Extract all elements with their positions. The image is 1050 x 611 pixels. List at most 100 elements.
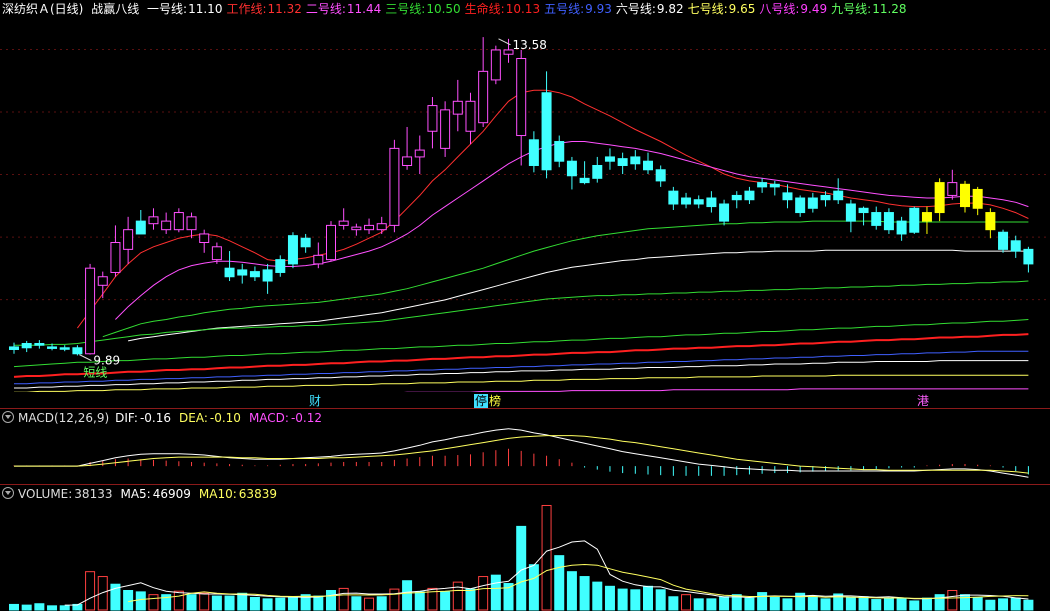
event-marker-hk[interactable]: 港 <box>917 394 929 408</box>
candle-body <box>554 141 565 162</box>
dea-label: DEA: <box>179 411 208 425</box>
volume-bar <box>21 604 32 611</box>
candle-body <box>1010 240 1021 252</box>
ma10-label: MA10: <box>198 487 237 501</box>
volume-bar <box>123 589 134 611</box>
candle-body <box>858 207 869 214</box>
volume-bar <box>478 576 489 611</box>
legend-label: 一号线: <box>147 2 188 16</box>
volume-bar <box>820 598 831 611</box>
legend-value: 11.28 <box>872 2 907 16</box>
ma-line-short-ma <box>76 89 1029 329</box>
candle-body <box>947 182 958 196</box>
candle-body <box>85 267 96 355</box>
volume-bar <box>440 591 451 611</box>
candle-body <box>617 158 628 166</box>
indicator-name[interactable]: 战赢八线 <box>91 2 139 16</box>
volume-bar <box>34 603 45 611</box>
candle-body <box>287 235 298 265</box>
candle-body <box>135 220 146 235</box>
volume-bar <box>1023 599 1034 611</box>
volume-bar <box>199 592 210 611</box>
candle-body <box>782 192 793 201</box>
volume-name[interactable]: VOLUME: <box>18 487 72 501</box>
volume-bar <box>871 599 882 611</box>
macd-name[interactable]: MACD(12,26,9) <box>18 411 109 425</box>
volume-bar <box>237 592 248 611</box>
candle-body <box>313 254 324 265</box>
candle-body <box>275 259 286 273</box>
candle-body <box>681 197 692 205</box>
candle-body <box>351 226 362 231</box>
candle-body <box>896 220 907 235</box>
candle-body <box>249 271 260 278</box>
volume-bar <box>351 596 362 611</box>
ma-line-green-line <box>102 220 1029 338</box>
volume-bar <box>97 576 108 611</box>
candle-body <box>237 269 248 276</box>
legend-label: 六号线: <box>615 2 656 16</box>
candle-body <box>921 212 932 222</box>
volume-bar <box>655 589 666 611</box>
legend-label: 二号线: <box>305 2 346 16</box>
stock-name[interactable]: 深纺织Ａ(日线) <box>2 2 83 16</box>
candle-body <box>402 156 413 166</box>
volume-bar <box>9 603 19 611</box>
candle-body <box>833 190 844 201</box>
candle-body <box>47 346 58 349</box>
volume-bar <box>643 585 653 611</box>
dif-label: DIF: <box>115 411 138 425</box>
pane-divider <box>0 484 1050 485</box>
volume-chart[interactable] <box>0 500 1050 611</box>
main-pane-header: 深纺织Ａ(日线) 战赢八线 一号线:11.10 工作线:11.32 二号线:11.4… <box>2 1 915 17</box>
volume-bar <box>85 571 96 611</box>
volume-bar <box>490 574 501 611</box>
candle-body <box>985 212 996 231</box>
volume-bar <box>769 596 780 611</box>
candle-body <box>566 160 577 177</box>
volume-bar <box>1010 597 1021 611</box>
ma-line-white-line <box>14 360 1029 389</box>
candle-body <box>820 194 831 201</box>
candle-body <box>72 347 83 355</box>
candle-body <box>376 223 387 231</box>
candle-body <box>769 183 780 188</box>
volume-bar <box>389 588 400 611</box>
dea-value: -0.10 <box>209 411 241 425</box>
event-marker-finance[interactable]: 财 <box>309 394 321 408</box>
legend-label: 五号线: <box>544 2 585 16</box>
pane-divider <box>0 408 1050 409</box>
ma-lines-legend: 一号线:11.10 工作线:11.32 二号线:11.44 三号线:10.50 生命线:… <box>147 2 911 16</box>
candle-body <box>757 182 768 188</box>
volume-bar <box>173 590 184 611</box>
legend-value: 11.32 <box>267 2 302 16</box>
volume-value: 38133 <box>74 487 113 501</box>
ma-line-green-line <box>14 280 1029 346</box>
volume-bar <box>706 598 717 611</box>
volume-bar <box>998 598 1009 611</box>
collapse-icon[interactable] <box>2 487 14 499</box>
volume-bar <box>186 594 197 611</box>
collapse-icon[interactable] <box>2 411 14 423</box>
candle-body <box>909 207 920 233</box>
event-marker-list[interactable]: 榜 <box>489 394 501 408</box>
candle-body <box>871 212 882 226</box>
volume-bar <box>338 587 349 611</box>
candle-body <box>161 220 172 231</box>
event-marker-halt[interactable]: 停 <box>474 394 489 408</box>
volume-bar <box>681 594 692 611</box>
candle-body <box>262 269 273 282</box>
candle-body <box>960 183 970 208</box>
volume-bar <box>858 596 869 611</box>
volume-bar <box>326 589 336 611</box>
legend-value: 9.65 <box>728 2 756 16</box>
legend-label: 生命线: <box>464 2 505 16</box>
volume-bar <box>744 597 755 611</box>
volume-bar <box>972 596 983 611</box>
price-candlestick-chart[interactable]: 13.589.89短线 <box>0 16 1050 392</box>
volume-bar <box>934 594 945 611</box>
volume-bar <box>59 605 70 611</box>
candle-body <box>364 224 375 231</box>
volume-bar <box>782 598 793 611</box>
macd-chart[interactable] <box>0 426 1050 482</box>
